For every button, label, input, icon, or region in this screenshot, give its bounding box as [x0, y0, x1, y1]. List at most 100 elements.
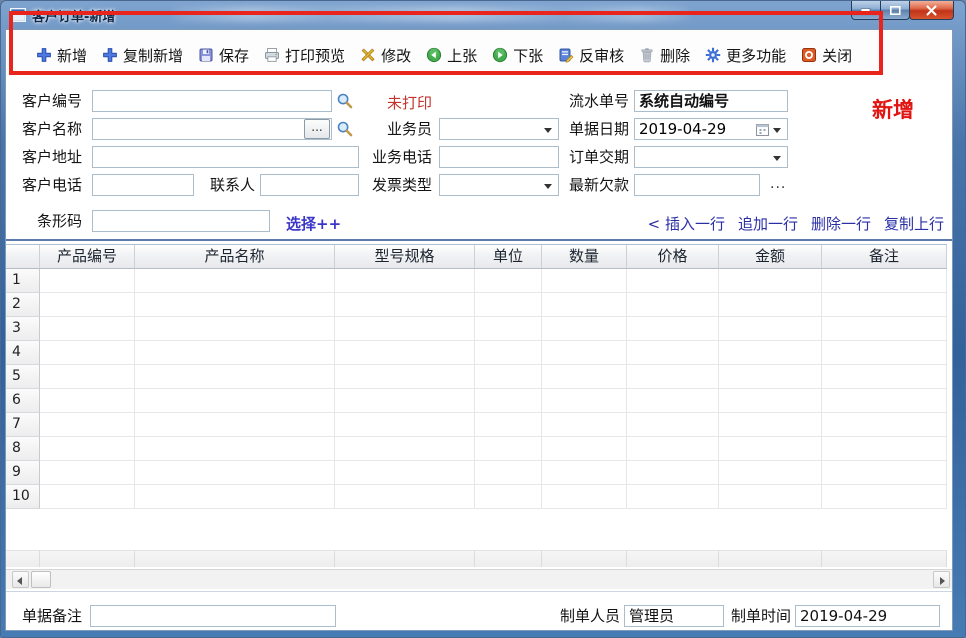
- contact-input[interactable]: [260, 174, 359, 196]
- maximize-button[interactable]: [880, 1, 910, 20]
- salesman-select[interactable]: [439, 118, 559, 140]
- close-button[interactable]: [909, 1, 954, 20]
- grid-cell[interactable]: [542, 437, 627, 461]
- grid-cell[interactable]: [719, 389, 822, 413]
- invoice-type-select[interactable]: [439, 174, 559, 196]
- column-header-product-name[interactable]: 产品名称: [135, 245, 335, 269]
- grid-cell[interactable]: [627, 485, 719, 509]
- toolbar-button-print-preview[interactable]: 打印预览: [264, 45, 345, 66]
- toolbar-button-prev-record[interactable]: 上张: [426, 45, 477, 66]
- grid-cell[interactable]: [475, 437, 542, 461]
- column-header-model-spec[interactable]: 型号规格: [335, 245, 475, 269]
- grid-cell[interactable]: [719, 317, 822, 341]
- sales-phone-input[interactable]: [439, 146, 559, 168]
- grid-cell[interactable]: [335, 269, 475, 293]
- grid-cell[interactable]: [627, 365, 719, 389]
- scroll-left-button[interactable]: [12, 571, 29, 588]
- grid-cell[interactable]: [40, 389, 135, 413]
- grid-cell[interactable]: [335, 485, 475, 509]
- delete-row-link[interactable]: 删除一行: [811, 213, 871, 234]
- grid-cell[interactable]: [822, 461, 947, 485]
- grid-cell[interactable]: [627, 269, 719, 293]
- grid-cell[interactable]: [822, 293, 947, 317]
- grid-cell[interactable]: [40, 461, 135, 485]
- grid-cell[interactable]: [822, 341, 947, 365]
- grid-cell[interactable]: [542, 365, 627, 389]
- grid-cell[interactable]: [335, 365, 475, 389]
- minimize-button[interactable]: [851, 1, 881, 20]
- row-number-cell[interactable]: 10: [6, 485, 40, 509]
- grid-cell[interactable]: [822, 413, 947, 437]
- row-number-cell[interactable]: 8: [6, 437, 40, 461]
- scrollbar-thumb[interactable]: [31, 571, 51, 588]
- latest-debt-input[interactable]: [634, 174, 760, 196]
- customer-phone-input[interactable]: [92, 174, 194, 196]
- doc-date-picker[interactable]: 2019-04-29: [634, 118, 788, 140]
- grid-cell[interactable]: [719, 413, 822, 437]
- grid-cell[interactable]: [719, 365, 822, 389]
- grid-cell[interactable]: [542, 269, 627, 293]
- row-number-cell[interactable]: 7: [6, 413, 40, 437]
- grid-cell[interactable]: [542, 293, 627, 317]
- grid-cell[interactable]: [822, 365, 947, 389]
- column-header-remark[interactable]: 备注: [822, 245, 947, 269]
- grid-cell[interactable]: [542, 317, 627, 341]
- toolbar-button-copy-add[interactable]: 复制新增: [102, 45, 183, 66]
- customer-no-input[interactable]: [92, 90, 332, 112]
- grid-cell[interactable]: [542, 461, 627, 485]
- column-header-price[interactable]: 价格: [627, 245, 719, 269]
- column-header-product-no[interactable]: 产品编号: [40, 245, 135, 269]
- grid-cell[interactable]: [719, 437, 822, 461]
- row-number-cell[interactable]: 2: [6, 293, 40, 317]
- grid-cell[interactable]: [335, 437, 475, 461]
- grid-cell[interactable]: [135, 461, 335, 485]
- grid-cell[interactable]: [822, 437, 947, 461]
- grid-cell[interactable]: [475, 389, 542, 413]
- grid-cell[interactable]: [822, 317, 947, 341]
- grid-cell[interactable]: [135, 485, 335, 509]
- grid-cell[interactable]: [335, 389, 475, 413]
- grid-cell[interactable]: [719, 293, 822, 317]
- grid-cell[interactable]: [335, 293, 475, 317]
- grid-cell[interactable]: [335, 341, 475, 365]
- delivery-date-select[interactable]: [634, 146, 788, 168]
- grid-cell[interactable]: [627, 461, 719, 485]
- row-number-cell[interactable]: 5: [6, 365, 40, 389]
- toolbar-button-save[interactable]: 保存: [198, 45, 249, 66]
- row-number-cell[interactable]: 9: [6, 461, 40, 485]
- grid-cell[interactable]: [719, 461, 822, 485]
- customer-addr-input[interactable]: [92, 146, 359, 168]
- toolbar-button-next-record[interactable]: 下张: [492, 45, 543, 66]
- toolbar-button-close-form[interactable]: 关闭: [801, 45, 852, 66]
- customer-name-browse-button[interactable]: ...: [304, 119, 330, 139]
- customer-no-search-icon[interactable]: [336, 92, 354, 110]
- grid-cell[interactable]: [719, 341, 822, 365]
- latest-debt-more-button[interactable]: ...: [770, 176, 786, 192]
- grid-cell[interactable]: [40, 293, 135, 317]
- toolbar-button-add[interactable]: 新增: [36, 45, 87, 66]
- grid-cell[interactable]: [627, 293, 719, 317]
- grid-cell[interactable]: [40, 365, 135, 389]
- grid-cell[interactable]: [627, 413, 719, 437]
- grid-cell[interactable]: [822, 269, 947, 293]
- copy-up-row-link[interactable]: 复制上行: [884, 213, 944, 234]
- grid-cell[interactable]: [475, 341, 542, 365]
- serial-no-field[interactable]: 系统自动编号: [634, 90, 788, 112]
- horizontal-scrollbar[interactable]: [6, 569, 952, 589]
- grid-cell[interactable]: [542, 413, 627, 437]
- column-header-quantity[interactable]: 数量: [542, 245, 627, 269]
- grid-cell[interactable]: [135, 389, 335, 413]
- grid-cell[interactable]: [40, 317, 135, 341]
- grid-cell[interactable]: [542, 341, 627, 365]
- grid-cell[interactable]: [40, 341, 135, 365]
- toolbar-button-more-functions[interactable]: 更多功能: [705, 45, 786, 66]
- grid-cell[interactable]: [719, 485, 822, 509]
- grid-cell[interactable]: [135, 269, 335, 293]
- scroll-right-button[interactable]: [933, 571, 950, 588]
- grid-cell[interactable]: [475, 269, 542, 293]
- column-header-unit[interactable]: 单位: [475, 245, 542, 269]
- grid-cell[interactable]: [335, 317, 475, 341]
- grid-cell[interactable]: [627, 341, 719, 365]
- grid-cell[interactable]: [822, 485, 947, 509]
- grid-cell[interactable]: [40, 269, 135, 293]
